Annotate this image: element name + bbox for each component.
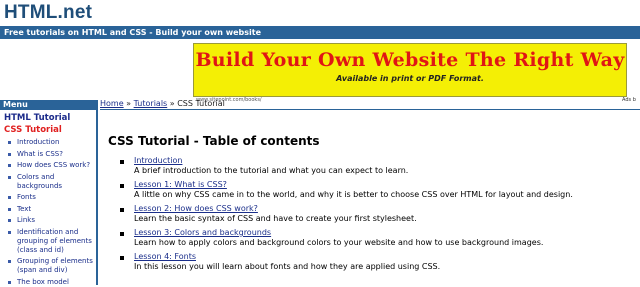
toc-item: Lesson 1: What is CSS? A little on why C… (116, 180, 636, 200)
breadcrumb-current: CSS Tutorial (177, 99, 225, 108)
breadcrumb-home[interactable]: Home (100, 99, 124, 108)
sidebar-item[interactable]: Colors and backgrounds (0, 173, 96, 191)
toc-description: A little on why CSS came in to the world… (134, 190, 573, 199)
sidebar-item-html-tutorial[interactable]: HTML Tutorial (0, 112, 96, 124)
banner-subtitle: Available in print or PDF Format. (336, 74, 484, 83)
sidebar-item[interactable]: Identification and grouping of elements … (0, 228, 96, 255)
toc-link[interactable]: Lesson 2: How does CSS work? (134, 204, 636, 214)
breadcrumb-divider (100, 109, 640, 110)
breadcrumb: Home » Tutorials » CSS Tutorial (100, 99, 225, 108)
sidebar-item[interactable]: Text (0, 205, 96, 214)
page-title: CSS Tutorial - Table of contents (108, 134, 320, 148)
sidebar-item[interactable]: Introduction (0, 138, 96, 147)
toc-description: In this lesson you will learn about font… (134, 262, 441, 271)
toc-item: Lesson 2: How does CSS work? Learn the b… (116, 204, 636, 224)
menu-title: Menu (0, 100, 96, 110)
table-of-contents: Introduction A brief introduction to the… (116, 156, 636, 276)
sidebar-item[interactable]: The box model (0, 278, 96, 287)
sidebar-item[interactable]: How does CSS work? (0, 161, 96, 170)
sidebar-item[interactable]: Links (0, 216, 96, 225)
toc-link[interactable]: Lesson 4: Fonts (134, 252, 636, 262)
sidebar-item-css-tutorial[interactable]: CSS Tutorial (0, 124, 96, 136)
toc-item: Lesson 4: Fonts In this lesson you will … (116, 252, 636, 272)
breadcrumb-separator: » (169, 99, 175, 108)
sidebar-item[interactable]: Fonts (0, 193, 96, 202)
sidebar-item[interactable]: What is CSS? (0, 150, 96, 159)
ad-banner[interactable]: Build Your Own Website The Right Way Ava… (193, 43, 627, 97)
toc-item: Introduction A brief introduction to the… (116, 156, 636, 176)
toc-link[interactable]: Lesson 1: What is CSS? (134, 180, 636, 190)
breadcrumb-tutorials[interactable]: Tutorials (134, 99, 168, 108)
toc-description: Learn how to apply colors and background… (134, 238, 544, 247)
banner-title: Build Your Own Website The Right Way (195, 49, 625, 71)
breadcrumb-separator: » (126, 99, 132, 108)
tagline-bar: Free tutorials on HTML and CSS - Build y… (0, 26, 640, 39)
sidebar-item[interactable]: Grouping of elements (span and div) (0, 257, 96, 275)
site-logo[interactable]: HTML.net (4, 2, 92, 24)
ads-by-link[interactable]: Ads b (622, 97, 636, 103)
sidebar-lesson-list: Introduction What is CSS? How does CSS w… (0, 138, 96, 287)
toc-description: A brief introduction to the tutorial and… (134, 166, 409, 175)
sidebar-menu: Menu HTML Tutorial CSS Tutorial Introduc… (0, 100, 98, 287)
toc-link[interactable]: Lesson 3: Colors and backgrounds (134, 228, 636, 238)
toc-item: Lesson 3: Colors and backgrounds Learn h… (116, 228, 636, 248)
toc-link[interactable]: Introduction (134, 156, 636, 166)
toc-description: Learn the basic syntax of CSS and have t… (134, 214, 417, 223)
